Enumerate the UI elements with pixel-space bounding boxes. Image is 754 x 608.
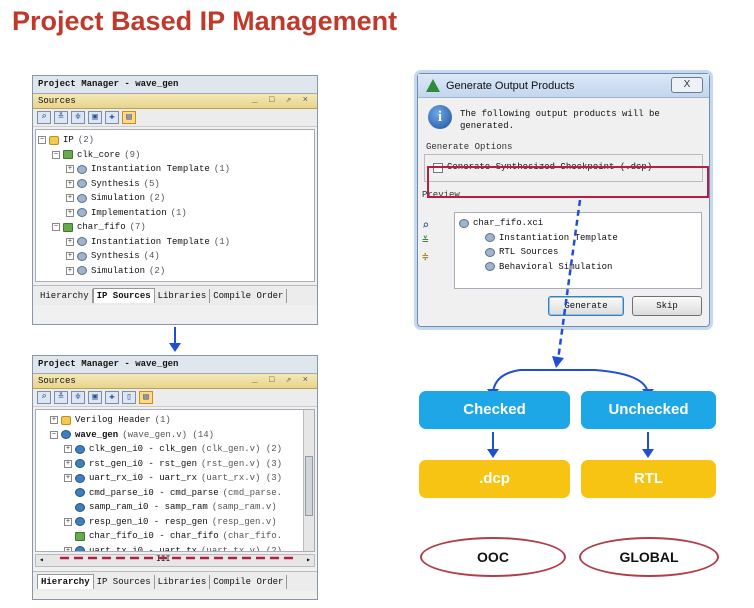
checked-box: Checked [419,391,570,429]
unchecked-box: Unchecked [581,391,716,429]
flow-connectors [487,199,654,458]
ooc-oval: OOC [420,537,566,577]
rtl-box: RTL [581,460,716,498]
global-oval: GLOBAL [579,537,719,577]
dcp-box: .dcp [419,460,570,498]
